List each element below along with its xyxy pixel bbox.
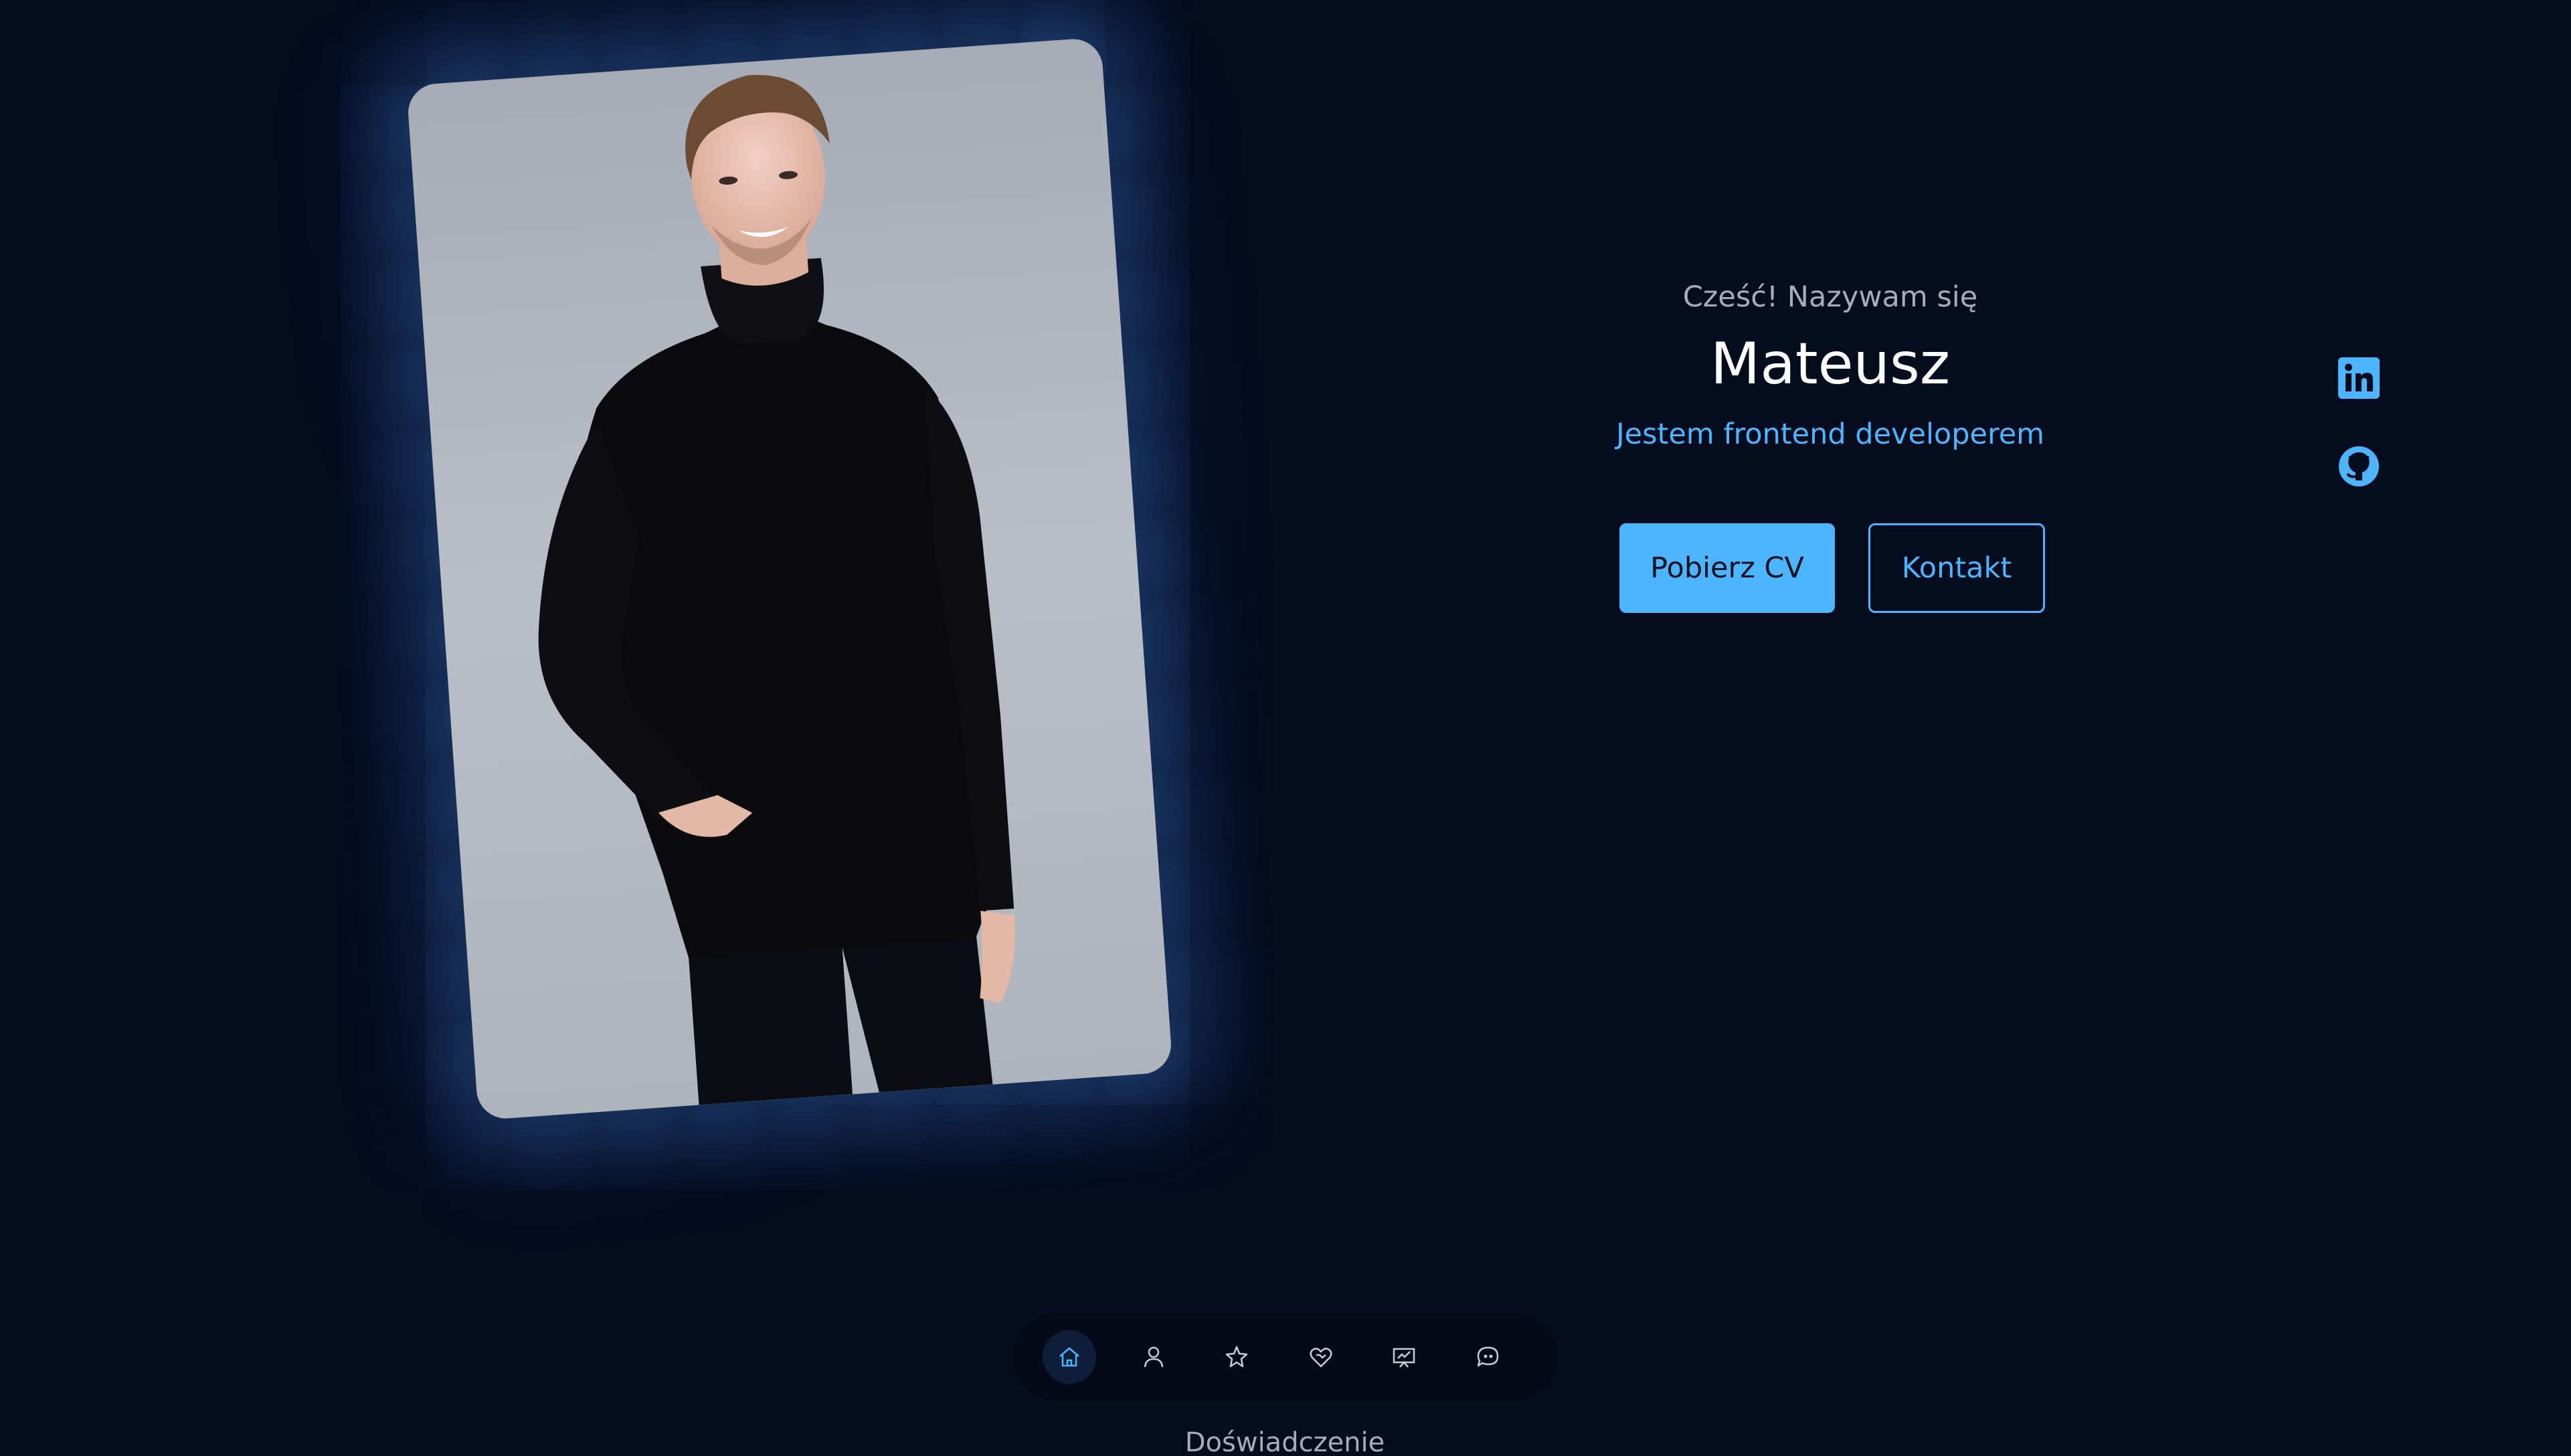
- user-icon: [1144, 1346, 1164, 1368]
- handshake-heart-icon: [1310, 1348, 1332, 1368]
- linkedin-icon[interactable]: [2335, 355, 2382, 401]
- role-text: Jestem frontend developerem: [1615, 418, 2045, 451]
- hero-section: Cześć! Nazywam się Mateusz Jestem fronte…: [0, 0, 2571, 1456]
- nav-services[interactable]: [1294, 1330, 1348, 1384]
- person-portrait: [406, 37, 1173, 1121]
- presentation-icon: [1393, 1348, 1415, 1368]
- contact-button[interactable]: Kontakt: [1868, 523, 2045, 613]
- chat-quote-icon: [1477, 1346, 1499, 1367]
- home-icon: [1059, 1347, 1079, 1367]
- nav-about[interactable]: [1127, 1330, 1180, 1384]
- social-links: [2335, 355, 2382, 488]
- cta-buttons: Pobierz CV Kontakt: [1619, 523, 2048, 613]
- owner-name: Mateusz: [1710, 331, 1950, 397]
- greeting-text: Cześć! Nazywam się: [1682, 280, 1978, 314]
- download-cv-button[interactable]: Pobierz CV: [1619, 523, 1835, 613]
- bottom-navigation: [1012, 1313, 1559, 1401]
- star-icon: [1225, 1346, 1248, 1368]
- github-icon[interactable]: [2335, 443, 2382, 490]
- next-section-heading: Doświadczenie: [1184, 1429, 1385, 1456]
- nav-testimonials[interactable]: [1461, 1330, 1515, 1384]
- profile-photo: [406, 37, 1173, 1121]
- nav-skills[interactable]: [1210, 1330, 1263, 1384]
- nav-portfolio[interactable]: [1377, 1330, 1431, 1384]
- nav-home[interactable]: [1043, 1330, 1096, 1384]
- intro-block: Cześć! Nazywam się Mateusz Jestem fronte…: [1566, 274, 2095, 458]
